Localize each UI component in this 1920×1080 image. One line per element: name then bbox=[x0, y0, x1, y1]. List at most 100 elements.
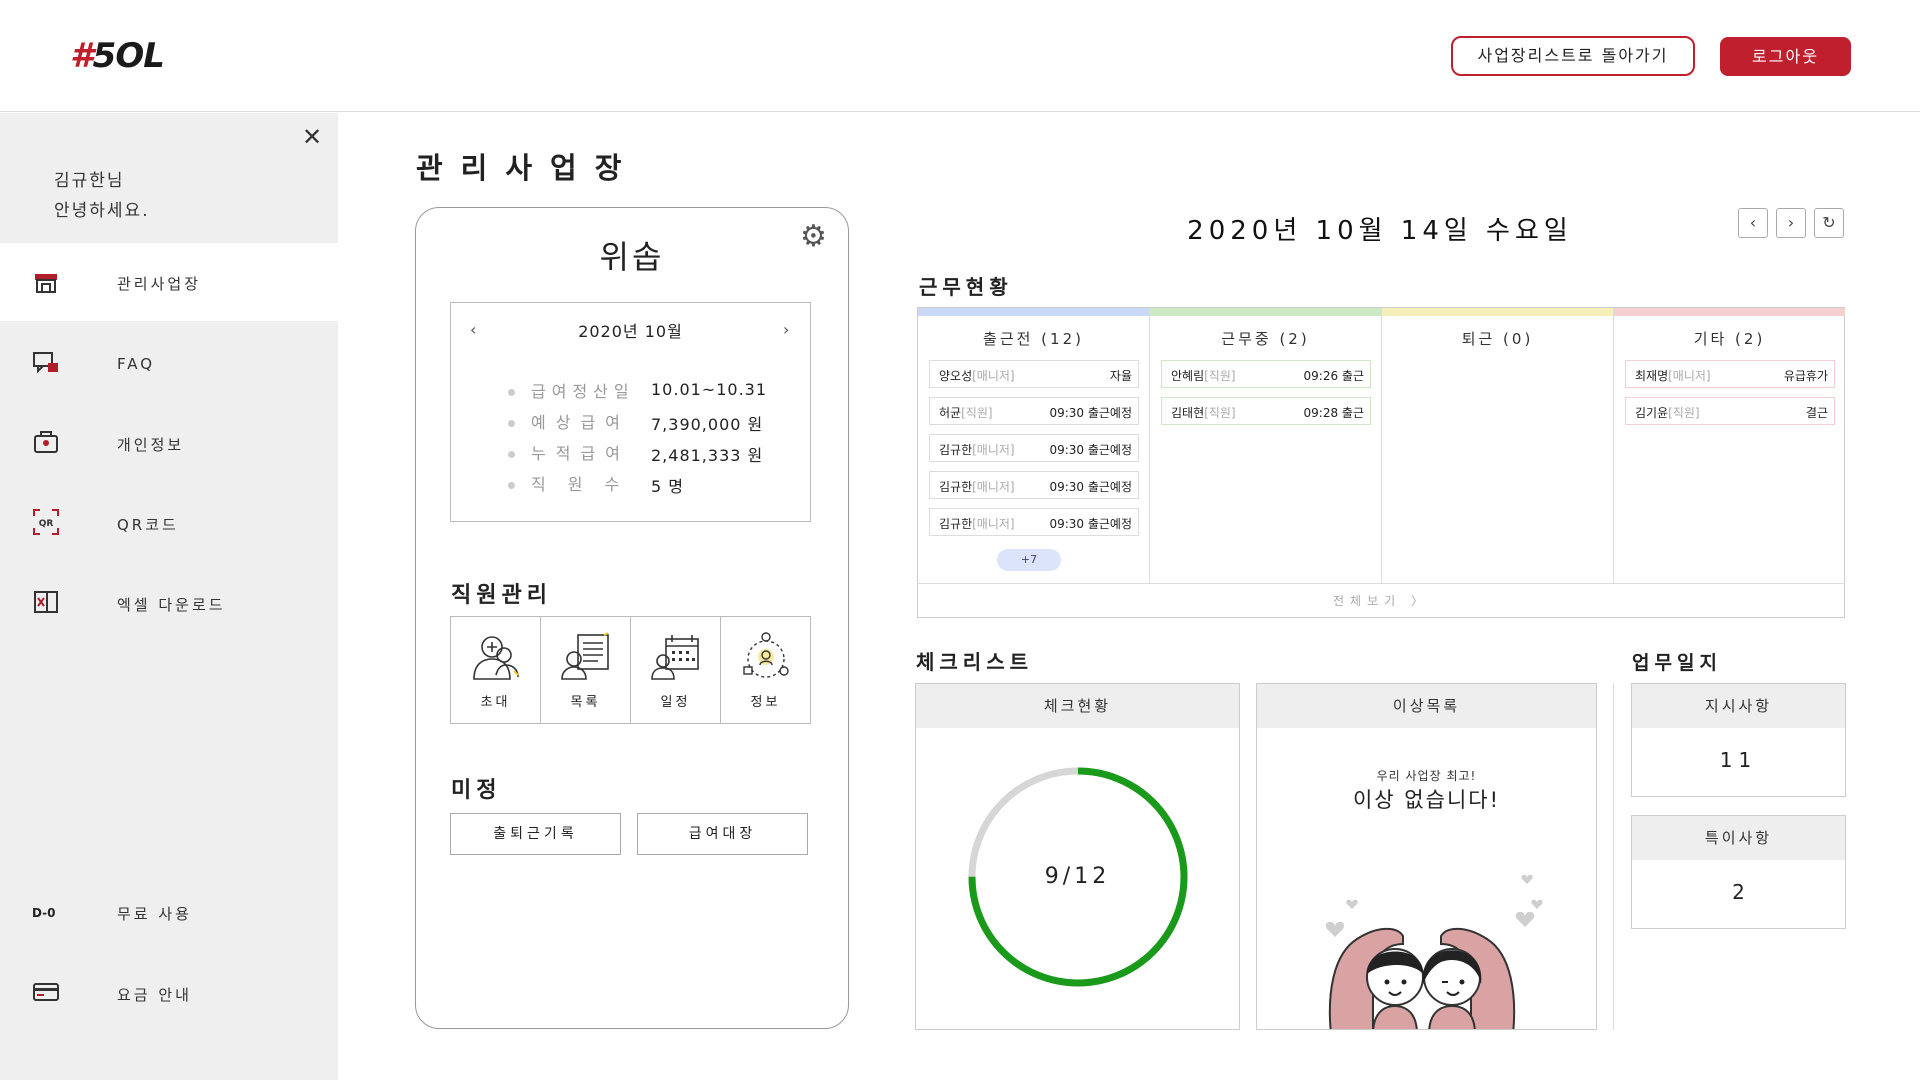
notes-head: 특이사항 bbox=[1632, 816, 1845, 860]
excel-icon bbox=[34, 591, 58, 613]
payroll-value: 5 명 bbox=[651, 477, 684, 496]
column-header: 기타 (2) bbox=[1693, 330, 1766, 348]
payroll-label: 직원수 bbox=[508, 471, 641, 495]
sidebar-item-label: 개인정보 bbox=[117, 436, 185, 454]
sidebar-item-faq[interactable]: FAQ bbox=[0, 325, 338, 403]
attendance-item[interactable]: 김태현[직원] 09:28 출근 bbox=[1161, 397, 1371, 425]
attendance-column: 퇴근 (0) bbox=[1382, 308, 1614, 583]
sidebar-item-label: 요금 안내 bbox=[117, 986, 192, 1004]
sidebar-item-label: FAQ bbox=[117, 355, 156, 373]
payroll-label: 누적급여 bbox=[508, 440, 630, 464]
store-name: 위솝 bbox=[599, 238, 665, 276]
sidebar-item-stores[interactable]: 관리사업장 bbox=[0, 243, 338, 321]
attendance-title: 근무현황 bbox=[919, 275, 1013, 299]
lock-bag-icon bbox=[34, 431, 58, 453]
instructions-count: 11 bbox=[1719, 748, 1758, 772]
attendance-item[interactable]: 양오성[매니저] 자율 bbox=[929, 360, 1139, 388]
qr-icon: QR bbox=[33, 509, 59, 535]
attendance-item[interactable]: 김기윤[직원] 결근 bbox=[1625, 397, 1835, 425]
schedule-button[interactable]: 일정 bbox=[631, 617, 721, 723]
issues-panel: 이상목록 우리 사업장 최고! 이상 없습니다! bbox=[1256, 683, 1597, 1030]
month-label: 2020년 10월 bbox=[578, 322, 683, 341]
calendar-icon bbox=[650, 635, 699, 680]
info-person-icon bbox=[742, 632, 789, 678]
payroll-value: 7,390,000 원 bbox=[651, 415, 764, 434]
issues-head: 이상목록 bbox=[1257, 684, 1596, 728]
logo-text: 5OL bbox=[92, 36, 165, 76]
next-day-icon[interactable]: › bbox=[1776, 208, 1806, 238]
app-logo[interactable]: #5OL bbox=[70, 36, 165, 76]
column-color-bar bbox=[918, 308, 1149, 316]
staff-action-label: 초대 bbox=[480, 695, 511, 710]
column-header: 퇴근 (0) bbox=[1461, 330, 1534, 348]
close-icon[interactable]: ✕ bbox=[300, 125, 324, 149]
chat-icon bbox=[33, 352, 58, 374]
sidebar-item-excel[interactable]: 엑셀 다운로드 bbox=[0, 564, 338, 642]
staff-action-label: 정보 bbox=[750, 695, 781, 710]
payroll-ledger-button[interactable]: 급여대장 bbox=[637, 813, 808, 855]
sidebar-item-label: 관리사업장 bbox=[117, 275, 202, 293]
attendance-column: 근무중 (2) 안혜림[직원] 09:26 출근 김태현[직원] 09:28 출근 bbox=[1150, 308, 1382, 583]
payroll-label: 예상급여 bbox=[508, 409, 630, 433]
instructions-head: 지시사항 bbox=[1632, 684, 1845, 728]
view-all-link[interactable]: 전체보기 〉 bbox=[917, 583, 1845, 618]
attendance-item[interactable]: 허균[직원] 09:30 출근예정 bbox=[929, 397, 1139, 425]
staff-action-label: 목록 bbox=[570, 695, 601, 710]
sidebar-item-free[interactable]: D-0 무료 사용 bbox=[0, 874, 338, 952]
divider bbox=[1613, 683, 1614, 1030]
payroll-value: 2,481,333 원 bbox=[651, 446, 764, 465]
attendance-column: 기타 (2) 최재명[매니저] 유급휴가 김기윤[직원] 결근 bbox=[1614, 308, 1845, 583]
worklog-title: 업무일지 bbox=[1632, 652, 1722, 674]
check-status-panel: 체크현황 9/12 bbox=[915, 683, 1240, 1030]
check-ratio: 9/12 bbox=[1044, 864, 1111, 889]
staff-action-label: 일정 bbox=[660, 695, 691, 710]
store-icon bbox=[35, 274, 57, 293]
instructions-panel[interactable]: 지시사항 11 bbox=[1631, 683, 1846, 797]
more-attendance-button[interactable]: +7 bbox=[997, 549, 1061, 571]
logo-hash: # bbox=[70, 36, 94, 76]
list-button[interactable]: 목록 bbox=[541, 617, 631, 723]
d-day-icon: D-0 bbox=[32, 906, 56, 920]
current-date: 2020년 10월 14일 수요일 bbox=[1187, 216, 1573, 246]
staff-section-title: 직원관리 bbox=[451, 583, 552, 608]
sidebar-item-profile[interactable]: 개인정보 bbox=[0, 404, 338, 482]
column-header: 출근전 (12) bbox=[983, 330, 1084, 348]
attendance-item[interactable]: 김규한[매니저] 09:30 출근예정 bbox=[929, 508, 1139, 536]
logout-button[interactable]: 로그아웃 bbox=[1720, 37, 1851, 76]
issues-message: 이상 없습니다! bbox=[1352, 788, 1500, 812]
sidebar-item-label: 무료 사용 bbox=[117, 905, 192, 923]
couple-illustration bbox=[1325, 874, 1543, 1029]
svg-text:QR: QR bbox=[39, 519, 54, 529]
attendance-log-button[interactable]: 출퇴근기록 bbox=[450, 813, 621, 855]
card-icon bbox=[33, 983, 59, 1001]
refresh-icon[interactable]: ↻ bbox=[1814, 208, 1844, 238]
prev-day-icon[interactable]: ‹ bbox=[1738, 208, 1768, 238]
greeting-text: 안녕하세요. bbox=[54, 201, 150, 221]
staff-actions: 초대 목록 일정 정보 bbox=[450, 616, 811, 724]
misc-section-title: 미정 bbox=[451, 778, 502, 803]
attendance-item[interactable]: 최재명[매니저] 유급휴가 bbox=[1625, 360, 1835, 388]
payroll-value: 10.01~10.31 bbox=[651, 380, 768, 399]
greeting-name: 김규한님 bbox=[54, 171, 125, 191]
list-icon bbox=[560, 632, 609, 680]
issues-subtext: 우리 사업장 최고! bbox=[1376, 769, 1477, 783]
info-button[interactable]: 정보 bbox=[721, 617, 810, 723]
attendance-board: 출근전 (12) 양오성[매니저] 자율 허균[직원] 09:30 출근예정 김규한… bbox=[917, 307, 1845, 618]
attendance-item[interactable]: 김규한[매니저] 09:30 출근예정 bbox=[929, 471, 1139, 499]
back-to-list-button[interactable]: 사업장리스트로 돌아가기 bbox=[1451, 36, 1695, 76]
attendance-item[interactable]: 안혜림[직원] 09:26 출근 bbox=[1161, 360, 1371, 388]
column-color-bar bbox=[1150, 308, 1381, 316]
check-status-head: 체크현황 bbox=[916, 684, 1239, 728]
greeting: 김규한님 안녕하세요. bbox=[54, 166, 150, 226]
sidebar-item-pricing[interactable]: 요금 안내 bbox=[0, 954, 338, 1032]
attendance-column: 출근전 (12) 양오성[매니저] 자율 허균[직원] 09:30 출근예정 김규한… bbox=[918, 308, 1150, 583]
attendance-item[interactable]: 김규한[매니저] 09:30 출근예정 bbox=[929, 434, 1139, 462]
notes-count: 2 bbox=[1732, 880, 1745, 904]
notes-panel[interactable]: 특이사항 2 bbox=[1631, 815, 1846, 929]
invite-button[interactable]: 초대 bbox=[451, 617, 541, 723]
sidebar-item-label: 엑셀 다운로드 bbox=[117, 596, 226, 614]
sidebar-item-label: QR코드 bbox=[117, 516, 179, 534]
sidebar-item-qr[interactable]: QR QR코드 bbox=[0, 484, 338, 562]
column-header: 근무중 (2) bbox=[1221, 330, 1310, 348]
checklist-title: 체크리스트 bbox=[916, 650, 1033, 674]
